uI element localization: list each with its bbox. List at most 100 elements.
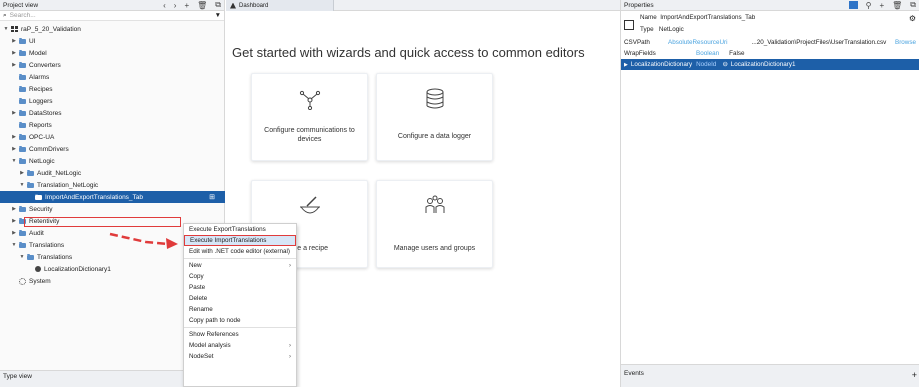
add-icon[interactable]: + [184,1,189,10]
tree-item[interactable]: ▶ OPC-UA [0,131,225,143]
menu-item[interactable]: Edit with .NET code editor (external) [184,246,296,257]
chevron-down-icon[interactable]: ▼ [3,26,9,32]
expand-arrow-icon[interactable]: ▶ [624,62,628,68]
card-label: Configure communications to devices [264,127,355,143]
property-key: CSVPath [624,39,650,46]
globe-icon [35,266,41,272]
menu-item-label: Show References [189,331,239,338]
tree-item-label: Security [29,205,53,213]
menu-item[interactable]: Copy path to node [184,315,296,326]
add-icon[interactable]: + [879,1,884,10]
submenu-arrow-icon: › [289,353,291,360]
property-value[interactable]: False [729,50,744,57]
chevron-right-icon[interactable]: ▶ [11,134,17,140]
menu-item[interactable]: Copy [184,271,296,282]
card-configure-data-logger[interactable]: Configure a data logger [376,73,493,161]
chevron-right-icon[interactable]: ▶ [11,38,17,44]
property-row-wrapfields[interactable]: WrapFields Boolean False [621,48,919,59]
properties-header: Properties ⚲ + 🗑 ⧉ [621,0,919,11]
menu-item[interactable]: Model analysis › [184,340,296,351]
pin-icon[interactable]: ⚲ [866,1,872,10]
copy-icon[interactable]: ⧉ [910,0,916,10]
card-manage-users[interactable]: Manage users and groups [376,180,493,268]
tree-item[interactable]: ▼ raP_5_20_Validation [0,23,225,35]
node-info: Name ImportAndExportTranslations_Tab Typ… [621,11,919,37]
chevron-right-icon[interactable]: ▶ [11,62,17,68]
property-key: LocalizationDictionary [630,61,693,68]
menu-item[interactable]: New › [184,260,296,271]
menu-item-label: Copy [189,273,204,280]
tree-item[interactable]: ▶ Security [0,203,225,215]
folder-icon [19,241,26,248]
chevron-down-icon[interactable]: ▼ [11,158,17,164]
properties-title: Properties [624,1,654,9]
chevron-right-icon[interactable]: ▶ [11,110,17,116]
tree-item[interactable]: Alarms [0,71,225,83]
settings-icon[interactable]: ⚙ [909,14,916,34]
tree-item[interactable]: ▶ UI [0,35,225,47]
browse-link[interactable]: Browse [895,39,916,46]
back-icon[interactable]: ‹ [163,1,166,10]
menu-item[interactable]: Execute ImportTranslations [184,235,296,246]
tree-item[interactable]: ▼ Translation_NetLogic [0,179,225,191]
tree-item-label: OPC-UA [29,133,55,141]
link-toggle-icon[interactable] [848,1,858,9]
property-value[interactable]: LocalizationDictionary1 [731,61,796,68]
tree-item-label: NetLogic [29,157,55,165]
property-row-csvpath[interactable]: CSVPath AbsoluteResourceUri ...20_Valida… [621,37,919,48]
tree-item[interactable]: ImportAndExportTranslations_Tab ⊞ [0,191,225,203]
tree-item[interactable]: ▼ NetLogic [0,155,225,167]
card-configure-communications[interactable]: Configure communications to devices [251,73,368,161]
menu-item[interactable]: Paste [184,282,296,293]
tree-item[interactable]: Recipes [0,83,225,95]
filter-icon[interactable]: ▼ [215,12,221,19]
add-event-button[interactable]: + [912,370,917,382]
tree-item[interactable]: Loggers [0,95,225,107]
tree-item[interactable]: Reports [0,119,225,131]
netlogic-icon [624,20,634,30]
tree-item-label: System [29,277,51,285]
context-menu: Execute ExportTranslations Execute Import… [183,223,297,387]
chevron-down-icon[interactable]: ▼ [11,242,17,248]
menu-item-label: Execute ImportTranslations [190,237,267,244]
property-row-localizationdictionary[interactable]: ▶ LocalizationDictionary NodeId ⊖ Locali… [621,59,919,70]
search-bar[interactable]: ⌕ Search... ▼ [0,11,224,21]
chevron-right-icon[interactable]: ▶ [11,206,17,212]
netlogic-icon [35,193,42,200]
tree-item[interactable]: ▶ DataStores [0,107,225,119]
tree-item[interactable]: ▶ CommDrivers [0,143,225,155]
menu-item[interactable]: Delete [184,293,296,304]
delete-icon[interactable]: 🗑 [892,1,902,10]
network-icon [299,90,320,110]
chevron-down-icon[interactable]: ▼ [19,182,25,188]
tree-item[interactable]: ▶ Model [0,47,225,59]
folder-icon [19,229,26,236]
search-input[interactable]: Search... [10,12,215,19]
menu-item-label: Rename [189,306,213,313]
chevron-right-icon[interactable]: ▶ [11,50,17,56]
settings-icon[interactable]: ⊞ [209,193,215,201]
folder-icon [27,181,34,188]
menu-item[interactable]: Rename [184,304,296,315]
name-value[interactable]: ImportAndExportTranslations_Tab [660,14,755,21]
delete-icon[interactable]: 🗑 [197,1,207,10]
tab-dashboard[interactable]: Dashboard [226,0,334,11]
tree-item[interactable]: ▶ Converters [0,59,225,71]
chevron-right-icon[interactable]: ▶ [19,170,25,176]
menu-item[interactable]: Show References [184,329,296,340]
forward-icon[interactable]: › [174,1,177,10]
tree-item[interactable]: ▶ Audit_NetLogic [0,167,225,179]
chevron-right-icon[interactable]: ▶ [11,146,17,152]
tree-item-label: raP_5_20_Validation [21,25,81,33]
chevron-right-icon[interactable]: ▶ [11,218,17,224]
tab-label: Dashboard [239,2,269,9]
submenu-arrow-icon: › [289,262,291,269]
folder-icon [19,133,26,140]
menu-item[interactable]: Execute ExportTranslations [184,224,296,235]
copy-icon[interactable]: ⧉ [215,0,221,10]
chevron-right-icon[interactable]: ▶ [11,230,17,236]
menu-item[interactable]: NodeSet › [184,351,296,362]
chevron-down-icon[interactable]: ▼ [19,254,25,260]
property-value[interactable]: ...20_Validation\ProjectFiles\UserTransl… [752,39,887,46]
property-type: Boolean [696,50,720,57]
